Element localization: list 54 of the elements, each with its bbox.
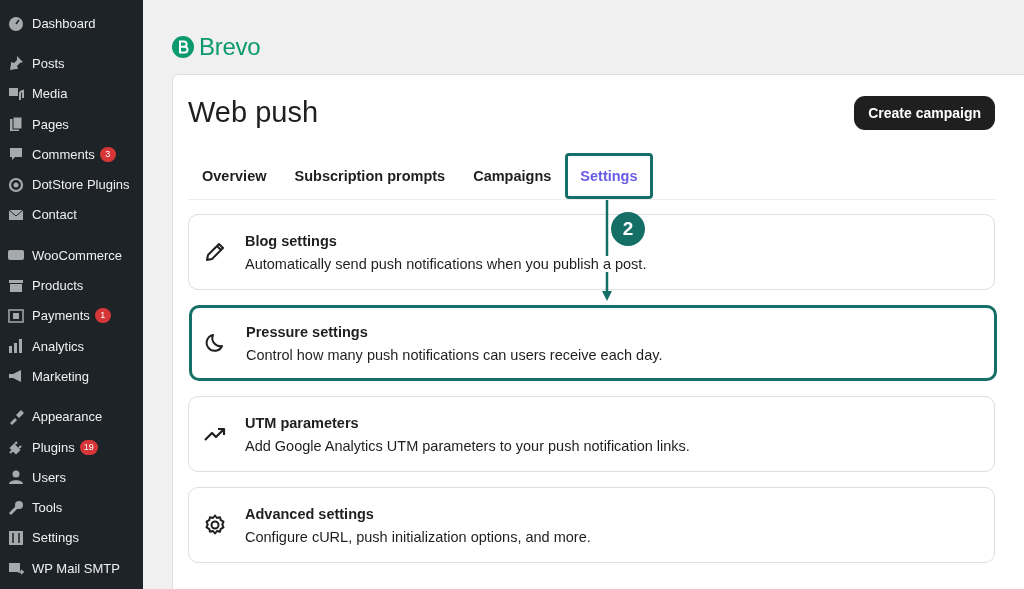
- sidebar-item[interactable]: Pages: [0, 108, 143, 140]
- setting-description: Automatically send push notifications when you publish a post.: [245, 255, 647, 272]
- sidebar-item[interactable]: WooCommerce: [0, 240, 143, 271]
- mail-arrow-icon: [8, 560, 24, 577]
- sidebar-item[interactable]: Products: [0, 270, 143, 301]
- settings-card[interactable]: UTM parameters Add Google Analytics UTM parameters to your push notification links.: [188, 396, 995, 472]
- bar-chart-icon: [8, 338, 24, 355]
- tab[interactable]: Settings: [565, 153, 653, 199]
- setting-title: Pressure settings: [246, 323, 369, 340]
- sidebar-item[interactable]: Comments 3: [0, 139, 143, 170]
- sidebar-item[interactable]: Plugins 19: [0, 431, 143, 463]
- settings-card[interactable]: Pressure settings Control how many push notifications can users receive each day.: [189, 305, 997, 381]
- pages-icon: [8, 116, 24, 133]
- speech-bubble-icon: [8, 146, 24, 163]
- ring-icon: [8, 176, 24, 193]
- setting-description: Configure cURL, push initialization options, and more.: [245, 528, 591, 545]
- setting-title: Advanced settings: [245, 505, 375, 522]
- setting-description: Add Google Analytics UTM parameters to your push notification links.: [245, 437, 690, 454]
- sidebar-item[interactable]: Marketing: [0, 361, 143, 392]
- sidebar-item[interactable]: Appearance: [0, 401, 143, 432]
- media-icon: [8, 85, 24, 102]
- count-badge: 3: [99, 146, 116, 162]
- count-badge: 19: [79, 439, 98, 455]
- sidebar-item[interactable]: Posts: [0, 48, 143, 79]
- setting-title: Blog settings: [245, 232, 338, 249]
- sidebar-item[interactable]: Dashboard: [0, 8, 143, 39]
- sidebar-item[interactable]: Settings: [0, 522, 143, 554]
- settings-card[interactable]: Advanced settings Configure cURL, push initialization options, and more.: [188, 487, 995, 563]
- wrench-icon: [8, 499, 24, 516]
- tab[interactable]: Subscription prompts: [280, 153, 460, 199]
- sidebar-item[interactable]: Users: [0, 462, 143, 493]
- sidebar-item[interactable]: Tools: [0, 492, 143, 523]
- sidebar-item[interactable]: DotStore Plugins: [0, 169, 143, 200]
- sidebar-item[interactable]: WP Mail SMTP: [0, 553, 143, 584]
- pencil-icon: [203, 240, 227, 264]
- gear-icon: [203, 513, 227, 537]
- megaphone-icon: [8, 368, 24, 385]
- count-badge: 1: [94, 308, 111, 324]
- sidebar-item[interactable]: Contact: [0, 199, 143, 231]
- sidebar-item[interactable]: Payments 1: [0, 300, 143, 331]
- create-campaign-button[interactable]: Create campaign: [854, 96, 995, 130]
- tab[interactable]: Overview: [188, 153, 281, 199]
- pin-icon: [8, 55, 24, 72]
- tab[interactable]: Campaigns: [459, 153, 566, 199]
- page-title: Web push: [188, 96, 319, 129]
- archive-icon: [8, 277, 24, 294]
- logo-text: Brevo: [199, 33, 261, 61]
- sidebar-item[interactable]: Analytics: [0, 330, 143, 362]
- dashboard-icon: [8, 15, 24, 32]
- setting-title: UTM parameters: [245, 414, 360, 431]
- sidebar-item[interactable]: Media: [0, 78, 143, 109]
- user-icon: [8, 469, 24, 486]
- setting-description: Control how many push notifications can users receive each day.: [246, 346, 663, 363]
- logo-icon: [172, 36, 194, 58]
